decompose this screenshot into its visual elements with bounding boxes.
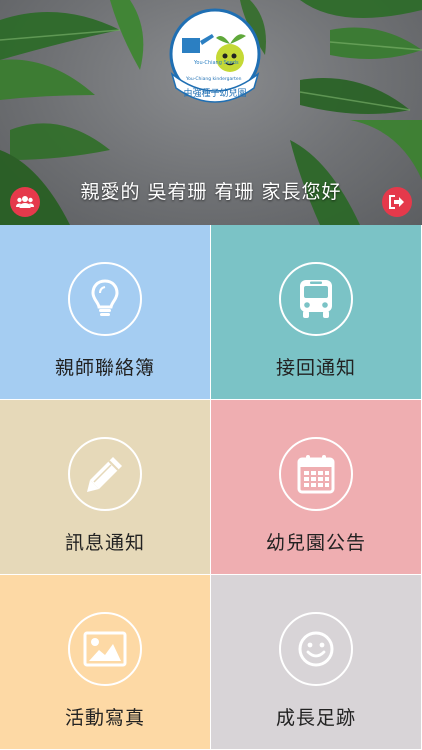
logout-button[interactable] <box>382 187 412 217</box>
greeting-text: 親愛的 吳宥珊 宥珊 家長您好 <box>80 181 342 203</box>
tile-label: 活動寫真 <box>64 707 145 729</box>
kindergarten-logo: You-Chiang Seeds You-Chiang kindergarten… <box>169 8 261 103</box>
logo-name: 由強種子幼兒園 <box>183 87 246 99</box>
lightbulb-icon <box>91 279 119 316</box>
icon-circle <box>279 262 353 336</box>
tile-pickup-notice[interactable]: 接回通知 <box>211 225 422 400</box>
bus-icon <box>300 280 332 318</box>
smile-icon <box>298 631 334 667</box>
tile-label: 成長足跡 <box>275 707 356 729</box>
logo-arc-text: You-Chiang kindergarten <box>185 76 242 82</box>
tile-label: 訊息通知 <box>64 532 145 554</box>
tile-label: 親師聯絡簿 <box>54 357 155 379</box>
menu-grid: 親師聯絡簿 接回通知 訊息通知 幼兒園公告 活動寫真 成長足跡 <box>0 225 422 750</box>
tile-label: 幼兒園公告 <box>265 532 366 554</box>
tile-contact-book[interactable]: 親師聯絡簿 <box>0 225 211 400</box>
sign-out-icon <box>389 195 404 209</box>
icon-circle <box>68 612 142 686</box>
app-screen: You-Chiang Seeds You-Chiang kindergarten… <box>0 0 422 750</box>
pencil-icon <box>87 457 122 492</box>
tile-photos[interactable]: 活動寫真 <box>0 575 211 750</box>
users-icon <box>16 196 34 208</box>
logo-brand-text: You-Chiang Seeds <box>193 60 239 66</box>
tile-label: 接回通知 <box>275 357 356 379</box>
picture-icon <box>83 631 127 667</box>
tile-messages[interactable]: 訊息通知 <box>0 400 211 575</box>
icon-circle <box>279 612 353 686</box>
calendar-icon <box>297 455 335 494</box>
icon-circle <box>279 437 353 511</box>
icon-circle <box>68 437 142 511</box>
members-button[interactable] <box>10 187 40 217</box>
icon-circle <box>68 262 142 336</box>
tile-growth-record[interactable]: 成長足跡 <box>211 575 422 750</box>
tile-announcements[interactable]: 幼兒園公告 <box>211 400 422 575</box>
header-banner: You-Chiang Seeds You-Chiang kindergarten… <box>0 0 422 225</box>
